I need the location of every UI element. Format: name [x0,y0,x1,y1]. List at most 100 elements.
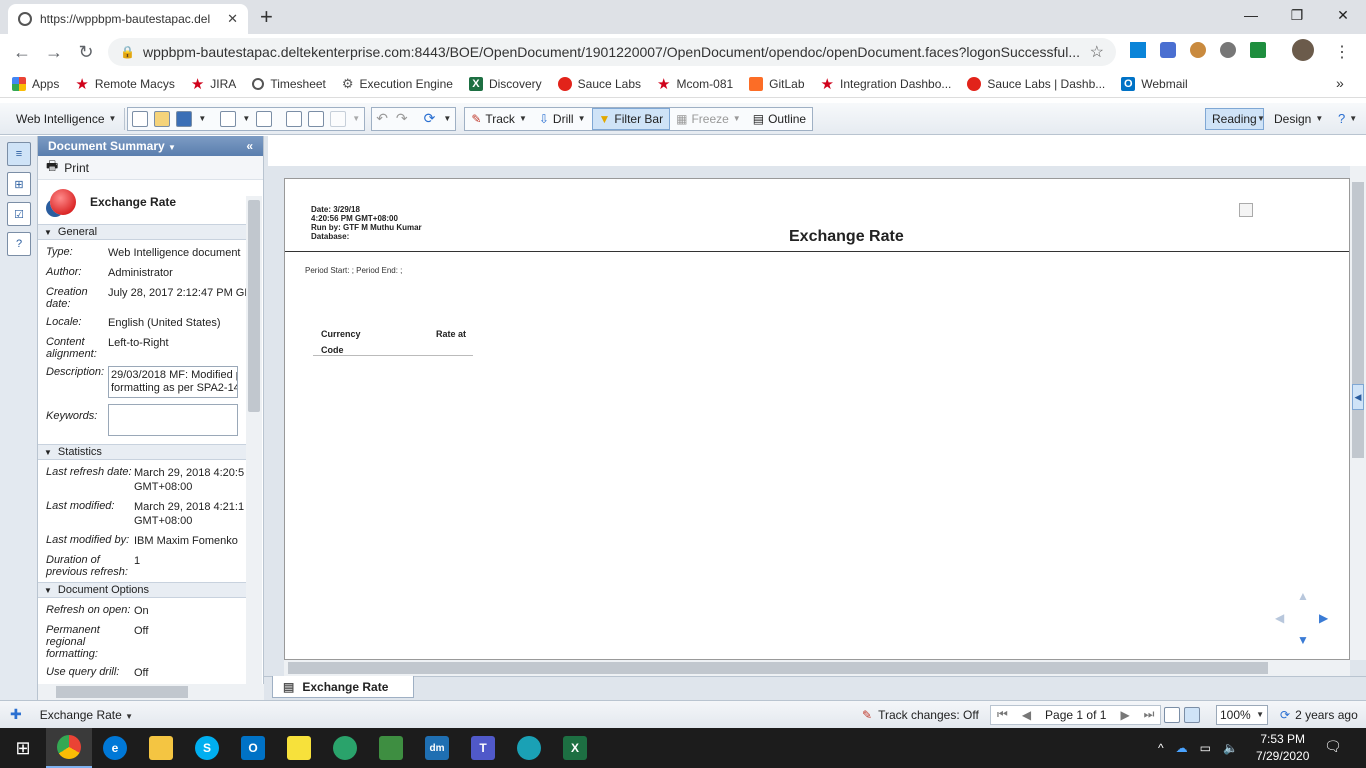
pan-left-icon[interactable]: ◀ [1275,611,1284,625]
export-icon[interactable] [308,110,325,127]
bookmark-timesheet[interactable]: Timesheet [252,77,326,91]
minimize-icon[interactable]: — [1228,0,1274,30]
bookmark-discovery[interactable]: X Discovery [468,76,542,91]
notifications-icon[interactable]: 🗨 [1324,738,1342,755]
windows-ext-icon[interactable] [1130,42,1146,58]
chevron-down-icon[interactable]: ▼ [242,114,250,123]
help-icon[interactable]: ? [7,232,31,256]
star-icon[interactable]: ☆ [1090,42,1104,62]
zoom-select[interactable]: 100% ▼ [1216,704,1268,725]
refresh-icon[interactable]: ⟳ [424,110,436,127]
bluetooth-ext-icon[interactable] [1160,42,1176,58]
profile-avatar[interactable] [1292,39,1314,61]
panel-scroll-thumb[interactable] [248,200,260,412]
chrome-taskbar-icon[interactable] [46,728,92,768]
back-icon[interactable]: ← [6,36,38,68]
bookmark-apps[interactable]: Apps [12,76,59,91]
bookmark-sauce-dash[interactable]: Sauce Labs | Dashb... [967,76,1105,91]
close-window-icon[interactable]: ✕ [1320,0,1366,30]
outlook-taskbar-icon[interactable]: O [230,728,276,768]
chevron-down-icon[interactable]: ▼ [443,114,451,123]
panel-hscroll-thumb[interactable] [56,686,188,698]
section-statistics[interactable]: ▼ Statistics [38,444,246,460]
next-page-icon[interactable]: ▶ [1120,708,1129,722]
bookmark-jira[interactable]: ★ JIRA [191,75,236,93]
clock[interactable]: 7:53 PM 7/29/2020 [1256,731,1309,765]
collapse-icon[interactable]: « [246,139,253,153]
side-panel-toggle-icon[interactable]: ◀ [1352,384,1364,410]
history-icon[interactable] [286,110,303,127]
chevron-down-icon[interactable]: ▼ [198,114,206,123]
settings-app-taskbar-icon[interactable] [506,728,552,768]
undo-icon[interactable]: ↶ [376,110,388,127]
pan-down-icon[interactable]: ▼ [1297,633,1309,647]
new-tab-button[interactable]: + [260,4,273,30]
onedrive-icon[interactable]: ☁ [1176,741,1188,755]
forward-icon[interactable]: → [38,36,70,68]
panel-hscrollbar[interactable] [38,684,264,700]
open-folder-icon[interactable] [154,110,171,127]
address-bar[interactable]: 🔒 wppbpm-bautestapac.deltekenterprise.co… [108,38,1116,66]
report-hscroll-thumb[interactable] [288,662,1268,674]
prev-page-icon[interactable]: ◀ [1022,708,1031,722]
quick-display-icon[interactable] [1164,706,1180,723]
app-taskbar-icon[interactable] [322,728,368,768]
bookmark-gitlab[interactable]: GitLab [749,76,805,91]
pan-up-icon[interactable]: ▲ [1297,589,1309,603]
design-button[interactable]: Design ▼ [1268,108,1329,130]
print-icon[interactable] [220,110,237,127]
web-intelligence-menu[interactable]: Web Intelligence ▼ [10,108,122,130]
edge-taskbar-icon[interactable]: e [92,728,138,768]
redo-icon[interactable]: ↷ [396,110,408,127]
bookmark-mcom[interactable]: ★ Mcom-081 [657,75,733,93]
email-icon[interactable] [330,110,347,127]
bookmarks-more[interactable]: » [1336,75,1344,91]
start-button[interactable]: ⊞ [0,728,46,768]
reload-icon[interactable]: ↻ [70,36,102,68]
puzzle-icon[interactable]: ✚ [10,706,22,723]
print-button[interactable]: 🖶 Print [38,156,263,180]
section-document-options[interactable]: ▼ Document Options [38,582,246,598]
explorer-taskbar-icon[interactable] [138,728,184,768]
page-indicator[interactable]: Page 1 of 1 [1045,708,1106,722]
browser-tab[interactable]: https://wppbpm-bautestapac.del ✕ [8,4,248,34]
first-page-icon[interactable]: ⏮ [997,707,1008,722]
chevron-down-icon[interactable]: ▼ [352,114,360,123]
dm-taskbar-icon[interactable]: dm [414,728,460,768]
input-controls-icon[interactable]: ☑ [7,202,31,226]
bookmark-sauce-labs[interactable]: Sauce Labs [557,76,641,91]
last-page-icon[interactable]: ⏭ [1144,707,1155,722]
page-view-icon[interactable] [1184,706,1200,723]
document-summary-icon[interactable]: ≡ [7,142,31,166]
section-general[interactable]: ▼ General [38,224,246,240]
sheets-ext-icon[interactable] [1250,42,1266,58]
save-icon[interactable] [176,110,193,127]
bookmark-integration[interactable]: ★ Integration Dashbo... [821,75,952,93]
reading-menu[interactable]: ▼ [1255,108,1267,130]
new-doc-icon[interactable] [132,110,149,127]
report-vscroll-thumb[interactable] [1352,182,1364,458]
find-icon[interactable] [256,110,273,127]
bookmark-execution-engine[interactable]: ⚙ Execution Engine [342,76,453,92]
sticky-notes-taskbar-icon[interactable] [276,728,322,768]
close-tab-icon[interactable]: ✕ [227,11,238,27]
filter-bar-button[interactable]: ▼ Filter Bar [591,107,671,130]
report-tab[interactable]: ▤ Exchange Rate [272,676,414,698]
tray-chevron-icon[interactable]: ^ [1158,741,1164,755]
keywords-field[interactable] [108,404,238,436]
excel-taskbar-icon[interactable]: X [552,728,598,768]
menu-icon[interactable]: ⋮ [1334,42,1350,62]
teams-taskbar-icon[interactable]: T [460,728,506,768]
pan-right-icon[interactable]: ▶ [1319,611,1328,625]
track-changes-status[interactable]: ✎ Track changes: Off [862,708,979,722]
outline-button[interactable]: ▤ Outline [747,108,812,130]
bookmark-remote-macys[interactable]: ★ Remote Macys [75,75,174,93]
panel-title[interactable]: Document Summary ▼ [48,139,176,153]
volume-icon[interactable]: 🔈 [1223,741,1238,755]
freeze-button[interactable]: ▦ Freeze ▼ [670,108,747,130]
network-icon[interactable]: ▭ [1200,741,1211,755]
bookmark-webmail[interactable]: O Webmail [1121,76,1188,91]
drill-button[interactable]: ⇩ Drill ▼ [533,108,592,130]
report-selector[interactable]: Exchange Rate ▼ [40,708,133,722]
track-button[interactable]: ✎ Track ▼ [465,108,533,130]
